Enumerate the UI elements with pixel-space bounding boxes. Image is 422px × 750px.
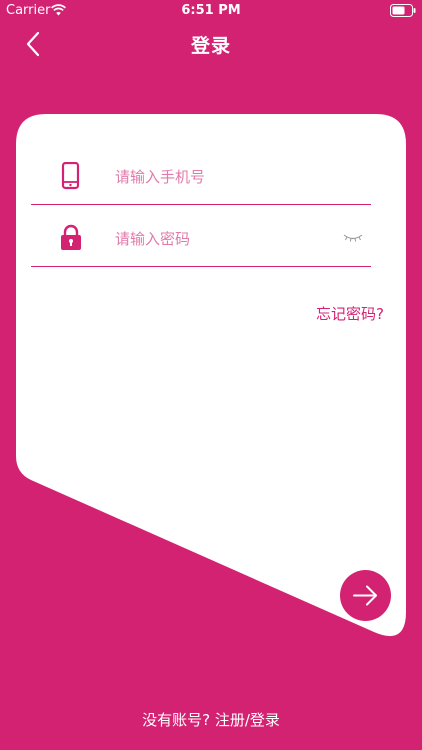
status-time: 6:51 PM <box>181 3 241 18</box>
smartphone-icon <box>61 162 80 190</box>
login-card: 忘记密码? <box>0 0 422 750</box>
password-field <box>31 220 371 267</box>
lock-icon <box>61 224 81 250</box>
card-shape <box>16 114 406 637</box>
submit-button[interactable] <box>340 570 391 621</box>
password-input[interactable] <box>113 224 337 254</box>
arrow-right-icon <box>353 585 377 606</box>
page-title: 登录 <box>190 35 231 57</box>
eye-closed-icon[interactable] <box>343 230 363 244</box>
register-link[interactable]: 没有账号? 注册/登录 <box>0 709 422 730</box>
phone-field <box>31 158 371 205</box>
battery-icon <box>390 4 416 17</box>
forgot-password-link[interactable]: 忘记密码? <box>316 303 384 324</box>
status-bar: Carrier 6:51 PM <box>0 0 422 22</box>
navigation-bar: 登录 <box>0 22 422 66</box>
phone-input[interactable] <box>113 162 337 192</box>
